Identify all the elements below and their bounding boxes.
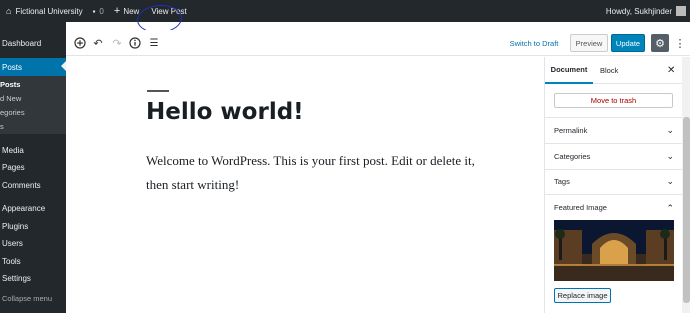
menu-posts-label: Posts — [2, 62, 23, 72]
menu-appearance[interactable]: Appearance — [0, 200, 66, 216]
chevron-down-icon: ⌄ — [666, 176, 674, 186]
settings-panel: Document Block ✕ Move to trash Permalink… — [544, 57, 690, 313]
menu-users-label: Users — [2, 238, 23, 248]
menu-settings-label: Settings — [2, 273, 31, 283]
post-title[interactable]: Hello world! — [146, 99, 304, 125]
post-paragraph[interactable]: Welcome to WordPress. This is your first… — [146, 149, 476, 197]
block-navigation-icon[interactable]: ☰ — [147, 36, 161, 50]
featured-image-preview[interactable] — [554, 220, 674, 281]
switch-to-draft-button[interactable]: Switch to Draft — [509, 37, 559, 50]
permalink-label: Permalink — [554, 126, 588, 135]
submenu-all-posts[interactable]: Posts — [0, 77, 20, 91]
permalink-section[interactable]: Permalink ⌄ — [545, 118, 682, 144]
comments-link[interactable]: ▪ 0 — [88, 0, 109, 22]
title-separator — [147, 90, 169, 92]
menu-settings[interactable]: Settings — [0, 270, 66, 286]
panel-scrollbar[interactable] — [682, 57, 690, 313]
new-label: New — [123, 6, 140, 16]
avatar[interactable] — [676, 6, 686, 16]
panel-tabs: Document Block ✕ — [545, 57, 682, 84]
info-icon[interactable] — [128, 36, 142, 50]
chevron-down-icon: ⌄ — [666, 151, 674, 161]
comments-count: 0 — [99, 6, 104, 16]
menu-pages-label: Pages — [2, 162, 25, 172]
posts-submenu: Posts d New egories s — [0, 76, 66, 134]
menu-comments[interactable]: Comments — [0, 177, 66, 193]
add-block-icon[interactable] — [73, 36, 87, 50]
featured-image-label: Featured Image — [554, 202, 607, 212]
menu-tools[interactable]: Tools — [0, 253, 66, 269]
menu-plugins[interactable]: Plugins — [0, 218, 66, 234]
post-editor: Hello world! Welcome to WordPress. This … — [66, 57, 544, 313]
redo-icon[interactable]: ↷ — [110, 36, 124, 50]
admin-sidebar: Dashboard Posts Posts d New egories s Me… — [0, 22, 66, 313]
home-icon: ⌂ — [6, 6, 12, 16]
menu-tools-label: Tools — [2, 256, 21, 266]
menu-appearance-label: Appearance — [2, 203, 46, 213]
menu-dashboard[interactable]: Dashboard — [0, 35, 66, 51]
replace-image-button[interactable]: Replace image — [554, 288, 611, 303]
collapse-menu[interactable]: Collapse menu — [0, 290, 66, 306]
menu-posts[interactable]: Posts — [0, 58, 66, 76]
menu-pages[interactable]: Pages — [0, 159, 66, 175]
collapse-menu-label: Collapse menu — [2, 293, 53, 303]
close-panel-icon[interactable]: ✕ — [667, 57, 675, 84]
chevron-up-icon: ⌃ — [666, 203, 674, 213]
trash-section: Move to trash — [545, 84, 682, 118]
menu-media-label: Media — [2, 145, 24, 155]
menu-media[interactable]: Media — [0, 142, 66, 158]
comment-icon: ▪ — [92, 6, 96, 16]
update-button[interactable]: Update — [611, 34, 645, 52]
submenu-categories[interactable]: egories — [0, 105, 25, 119]
preview-button[interactable]: Preview — [570, 34, 608, 52]
featured-image-section[interactable]: Featured Image ⌃ — [545, 194, 682, 220]
menu-comments-label: Comments — [2, 180, 41, 190]
howdy-text[interactable]: Howdy, Sukhjinder — [606, 7, 672, 16]
categories-section[interactable]: Categories ⌄ — [545, 144, 682, 170]
menu-dashboard-label: Dashboard — [2, 38, 42, 48]
editor-toolbar: ↶ ↷ ☰ Switch to Draft Preview Update ⚙ ⋮ — [66, 30, 690, 56]
tags-section[interactable]: Tags ⌄ — [545, 169, 682, 195]
tab-document[interactable]: Document — [545, 57, 593, 84]
move-to-trash-button[interactable]: Move to trash — [554, 93, 673, 108]
admin-bar: ⌂ Fictional University ▪ 0 + New View Po… — [0, 0, 690, 22]
scrollbar-thumb[interactable] — [683, 117, 690, 303]
submenu-add-new[interactable]: d New — [0, 91, 21, 105]
more-options-icon[interactable]: ⋮ — [673, 34, 687, 52]
menu-plugins-label: Plugins — [2, 221, 29, 231]
tags-label: Tags — [554, 177, 570, 186]
undo-icon[interactable]: ↶ — [91, 36, 105, 50]
plus-icon: + — [113, 5, 121, 17]
menu-users[interactable]: Users — [0, 235, 66, 251]
tab-block[interactable]: Block — [600, 57, 618, 84]
settings-gear-icon[interactable]: ⚙ — [651, 34, 669, 52]
chevron-down-icon: ⌄ — [666, 125, 674, 135]
site-name: Fictional University — [15, 6, 83, 16]
home-link[interactable]: ⌂ Fictional University — [0, 0, 88, 22]
submenu-tags[interactable]: s — [0, 119, 4, 133]
categories-label: Categories — [554, 152, 591, 161]
